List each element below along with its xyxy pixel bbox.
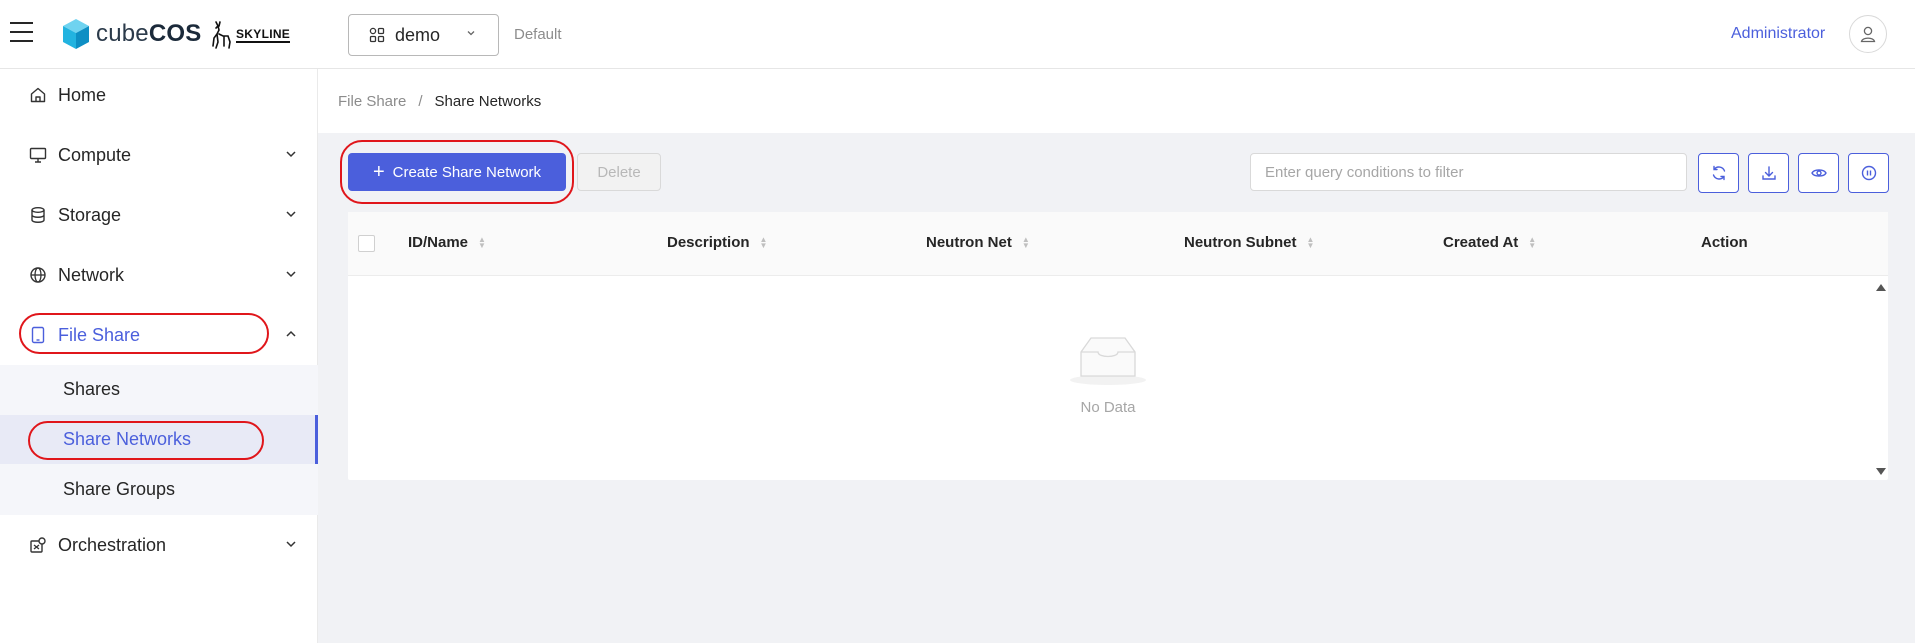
sidebar-item-storage[interactable]: Storage (0, 193, 318, 237)
sidebar-item-shares[interactable]: Shares (0, 365, 318, 414)
cubecos-logo[interactable]: cubeCOS (62, 18, 201, 50)
sidebar-item-compute[interactable]: Compute (0, 133, 318, 177)
sidebar-item-label: Compute (58, 144, 132, 165)
chevron-down-icon (467, 31, 475, 36)
chevron-down-icon (286, 271, 296, 278)
create-button-label: Create Share Network (392, 163, 542, 181)
skyline-logo: SKYLINE (210, 20, 291, 50)
delete-button[interactable]: Delete (577, 153, 661, 191)
scroll-down-arrow[interactable] (1874, 464, 1888, 478)
sidebar-item-label: Share Networks (63, 429, 192, 449)
chevron-down-icon (286, 541, 296, 548)
sidebar-item-label: Orchestration (58, 534, 167, 555)
sidebar-item-orchestration[interactable]: Orchestration (0, 523, 318, 567)
toggle-columns-button[interactable] (1798, 153, 1839, 193)
refresh-button[interactable] (1698, 153, 1739, 193)
filter-input[interactable] (1250, 153, 1687, 191)
sidebar-item-network[interactable]: Network (0, 253, 318, 297)
apps-icon (369, 27, 385, 43)
eye-icon (1810, 169, 1827, 177)
sidebar-item-file-share[interactable]: File Share (0, 313, 318, 357)
column-label: Action (1701, 234, 1748, 251)
refresh-icon (1712, 165, 1725, 181)
tablet-icon (28, 325, 48, 345)
breadcrumb-separator: / (418, 92, 423, 110)
column-header-description[interactable]: Description ▲ ▼ (667, 234, 767, 251)
sidebar-item-label: Home (58, 84, 107, 105)
sidebar-item-home[interactable]: Home (0, 73, 318, 117)
sort-icon: ▲ ▼ (1306, 234, 1315, 250)
column-label: Created At (1443, 234, 1519, 251)
project-selector[interactable]: demo (348, 14, 499, 56)
globe-icon (28, 265, 48, 285)
column-header-id-name[interactable]: ID/Name ▲ ▼ (408, 234, 486, 251)
column-header-created-at[interactable]: Created At ▲ ▼ (1443, 234, 1536, 251)
column-header-neutron-net[interactable]: Neutron Net ▲ ▼ (926, 234, 1030, 251)
select-all-checkbox[interactable] (358, 235, 375, 252)
home-icon (28, 85, 48, 105)
scroll-up-arrow[interactable] (1874, 280, 1888, 294)
project-name: demo (395, 24, 441, 45)
brand-prefix: cube (96, 20, 149, 47)
chevron-down-icon (286, 151, 296, 158)
user-menu-link[interactable]: Administrator (1731, 25, 1825, 43)
breadcrumb-current: Share Networks (434, 92, 542, 110)
partner-logo-text: SKYLINE (236, 26, 291, 43)
deer-logo-icon (212, 21, 231, 49)
user-icon (1860, 26, 1876, 43)
sort-icon: ▲ ▼ (1021, 234, 1030, 250)
sidebar-item-label: Network (58, 264, 125, 285)
menu-toggle-icon[interactable] (10, 22, 34, 46)
brand-suffix: COS (148, 20, 202, 47)
monitor-icon (28, 145, 48, 165)
breadcrumb: File Share / Share Networks (318, 69, 1915, 133)
sort-icon: ▲ ▼ (759, 234, 768, 250)
delete-button-label: Delete (597, 163, 641, 181)
empty-state: No Data (348, 332, 1868, 416)
domain-label: Default (514, 26, 562, 43)
sidebar-item-share-networks[interactable]: Share Networks (0, 415, 318, 464)
pause-icon (1861, 165, 1876, 181)
top-header: cubeCOS SKYLINE demo Default Administrat… (0, 0, 1915, 69)
empty-inbox-icon (1070, 337, 1146, 385)
download-button[interactable] (1748, 153, 1789, 193)
sidebar-item-label: Share Groups (63, 479, 176, 499)
column-label: Neutron Subnet (1184, 234, 1297, 251)
sidebar-item-share-groups[interactable]: Share Groups (0, 465, 318, 514)
sidebar: Home Compute Storage Network File Share … (0, 69, 318, 643)
sidebar-item-label: Shares (63, 379, 121, 399)
column-label: Description (667, 234, 750, 251)
database-icon (28, 205, 48, 225)
column-label: Neutron Net (926, 234, 1012, 251)
sort-icon: ▲ ▼ (1528, 234, 1537, 250)
sidebar-item-label: File Share (58, 324, 141, 345)
share-networks-table: ID/Name ▲ ▼ Description ▲ ▼ Neutron Net ▲ ▼… (348, 212, 1888, 480)
orchestration-icon (28, 535, 48, 555)
chevron-down-icon (286, 211, 296, 218)
breadcrumb-parent-link[interactable]: File Share (338, 93, 406, 110)
sort-icon: ▲ ▼ (478, 234, 486, 250)
create-share-network-button[interactable]: + Create Share Network (348, 153, 566, 191)
column-header-action: Action (1701, 234, 1748, 251)
column-header-neutron-subnet[interactable]: Neutron Subnet ▲ ▼ (1184, 234, 1314, 251)
plus-icon: + (372, 161, 385, 183)
column-label: ID/Name (408, 234, 469, 251)
pause-refresh-button[interactable] (1848, 153, 1889, 193)
table-header: ID/Name ▲ ▼ Description ▲ ▼ Neutron Net ▲ ▼… (348, 212, 1888, 276)
cube-logo-icon (63, 19, 89, 49)
download-icon (1761, 166, 1776, 180)
sidebar-item-label: Storage (58, 204, 122, 225)
chevron-up-icon (286, 330, 296, 337)
avatar[interactable] (1849, 15, 1887, 53)
empty-text: No Data (1080, 399, 1136, 416)
